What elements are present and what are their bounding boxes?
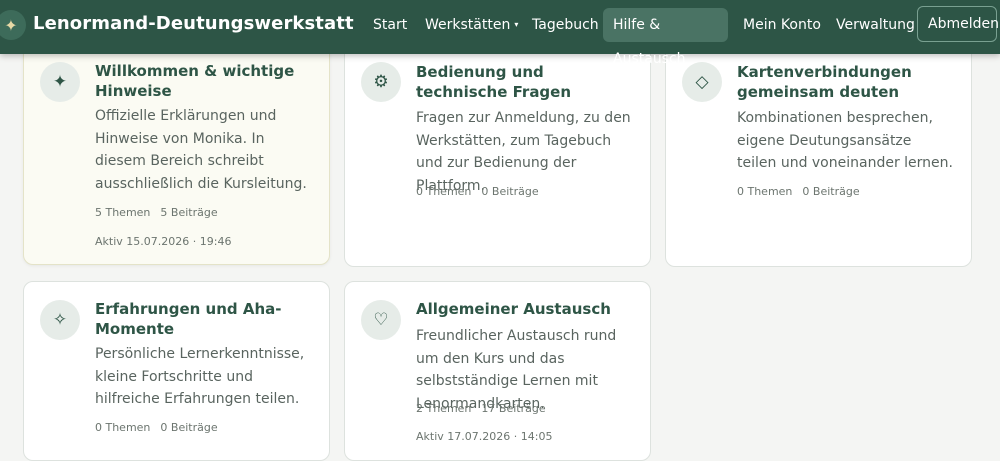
topic-count: 0 Themen [95,421,151,434]
nav-start[interactable]: Start [363,8,417,42]
category-description: Fragen zur Anmeldung, zu den Werkstätten… [416,110,631,194]
category-card-allgemein[interactable]: ♡ Allgemeiner Austausch Freundlicher Aus… [344,281,651,461]
post-count: 0 Beiträge [802,185,860,198]
last-activity: Aktiv 17.07.2026 · 14:05 [416,430,553,443]
category-title[interactable]: Bedienung und technische Fragen [416,62,634,102]
nav-verwaltung[interactable]: Verwaltung [826,8,925,42]
nav-tagebuch[interactable]: Tagebuch [522,8,609,42]
logo-sparkle-icon[interactable]: ✦ [0,10,26,40]
category-stats: 2 Themen 17 Beiträge [416,402,546,415]
top-navigation-bar: ✦ Lenormand-Deutungswerkstatt Start Werk… [0,0,1000,67]
post-count: 0 Beiträge [481,185,539,198]
chevron-down-icon: ▾ [514,20,519,29]
category-card-bedienung[interactable]: ⚙ Bedienung und technische Fragen Fragen… [344,40,651,267]
category-description: Offizielle Erklärungen und Hinweise von … [95,108,307,192]
nav-tagebuch-label: Tagebuch [532,17,599,33]
star-outline-icon: ✧ [40,300,80,340]
category-stats: 0 Themen 0 Beiträge [416,185,539,198]
category-description: Kombinationen besprechen, eigene Deutung… [737,110,953,171]
category-stats: 0 Themen 0 Beiträge [737,185,860,198]
nav-mein-konto-label: Mein Konto [743,17,821,33]
brand-title[interactable]: Lenormand-Deutungswerkstatt [33,13,354,34]
heart-icon: ♡ [361,300,401,340]
diamond-icon: ◇ [682,62,722,102]
nav-werkstaetten-label: Werkstätten [425,17,511,33]
category-card-erfahrungen[interactable]: ✧ Erfahrungen und Aha-Momente Persönlich… [23,281,330,461]
sparkle-icon: ✦ [40,62,80,102]
category-title[interactable]: Willkommen & wichtige Hinweise [95,61,313,101]
topic-count: 0 Themen [416,185,472,198]
gear-icon: ⚙ [361,62,401,102]
post-count: 5 Beiträge [160,206,218,219]
topic-count: 5 Themen [95,206,151,219]
post-count: 0 Beiträge [160,421,218,434]
category-stats: 5 Themen 5 Beiträge [95,206,218,219]
logout-label: Abmelden [928,16,999,32]
last-activity: Aktiv 15.07.2026 · 19:46 [95,235,232,248]
category-description: Persönliche Lernerkenntnisse, kleine For… [95,346,305,407]
nav-hilfe-austausch[interactable]: Hilfe & Austausch [603,8,728,67]
nav-mein-konto[interactable]: Mein Konto [733,8,831,42]
category-stats: 0 Themen 0 Beiträge [95,421,218,434]
category-title[interactable]: Allgemeiner Austausch [416,299,634,319]
nav-verwaltung-label: Verwaltung [836,17,915,33]
nav-start-label: Start [373,17,408,33]
category-card-kartenverbindungen[interactable]: ◇ Kartenverbindungen gemeinsam deuten Ko… [665,40,972,267]
topic-count: 2 Themen [416,402,472,415]
logout-button[interactable]: Abmelden [917,6,999,42]
category-title[interactable]: Erfahrungen und Aha-Momente [95,299,313,339]
post-count: 17 Beiträge [481,402,546,415]
nav-werkstaetten-dropdown[interactable]: Werkstätten ▾ [415,8,528,42]
topic-count: 0 Themen [737,185,793,198]
category-title[interactable]: Kartenverbindungen gemeinsam deuten [737,62,955,102]
nav-hilfe-austausch-label: Hilfe & Austausch [613,17,686,67]
category-card-willkommen[interactable]: ✦ Willkommen & wichtige Hinweise Offizie… [23,40,330,265]
